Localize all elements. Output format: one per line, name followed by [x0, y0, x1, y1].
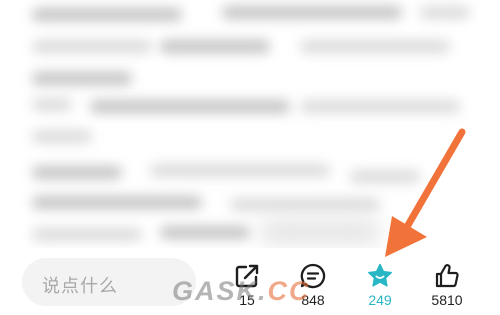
watermark: GASK.CC [172, 276, 311, 307]
blurred-text-line [350, 170, 420, 183]
blurred-text-line [32, 166, 122, 179]
star-icon [368, 263, 392, 287]
watermark-text: GASK. [172, 276, 268, 306]
favorite-button[interactable]: 249 [352, 262, 408, 312]
blurred-text-line [230, 198, 380, 211]
comment-input-placeholder: 说点什么 [42, 276, 118, 296]
blurred-article-content [0, 0, 500, 255]
blurred-text-line [150, 164, 330, 177]
blurred-text-line [160, 40, 270, 53]
comment-input[interactable]: 说点什么 [22, 258, 196, 306]
blurred-text-line [90, 100, 290, 113]
blurred-text-line [32, 130, 92, 143]
watermark-text-accent: CC [267, 276, 311, 306]
like-button[interactable]: 5810 [419, 262, 475, 312]
blurred-text-line [32, 8, 182, 21]
blurred-text-line [32, 40, 152, 53]
thumbs-up-icon [435, 264, 459, 288]
blurred-text-line [300, 40, 450, 53]
like-count: 5810 [431, 292, 463, 308]
blurred-text-line [32, 72, 132, 85]
blurred-text-line [300, 100, 460, 113]
favorite-count: 249 [368, 292, 392, 308]
blurred-text-line [32, 228, 142, 241]
blurred-text-line [160, 226, 250, 239]
blurred-image-region [260, 220, 380, 244]
blurred-text-line [32, 98, 72, 111]
blurred-text-line [222, 6, 402, 19]
blurred-text-line [32, 196, 202, 209]
blurred-text-line [420, 6, 470, 19]
